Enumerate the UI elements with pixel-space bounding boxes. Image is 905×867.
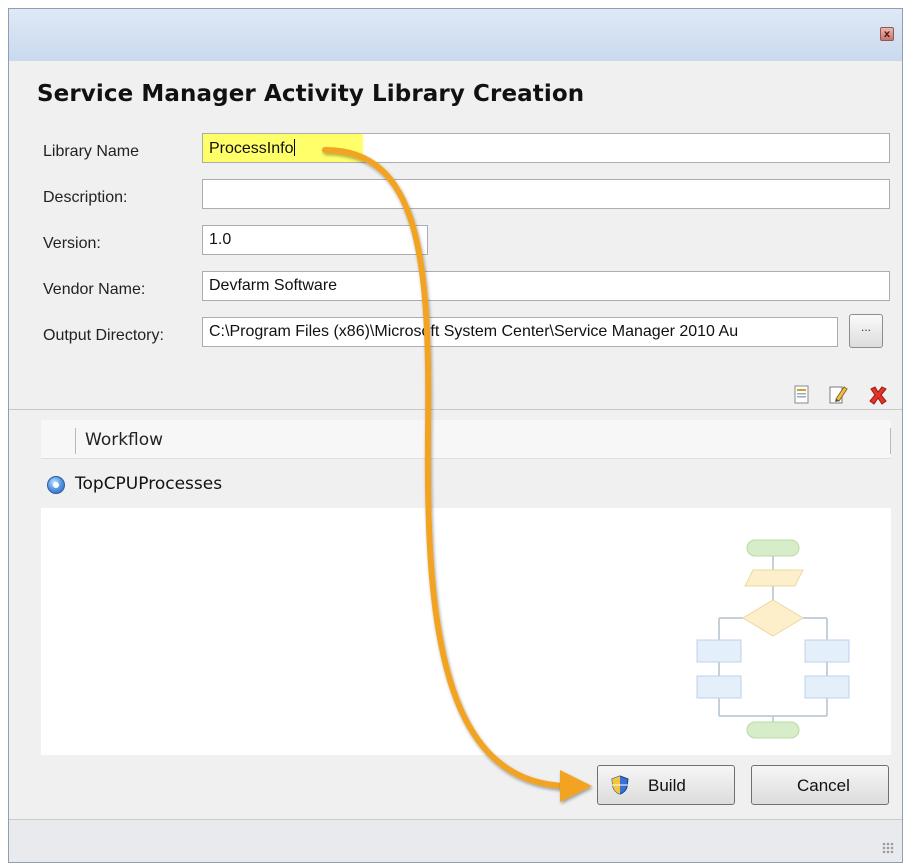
annotation-arrow xyxy=(322,147,592,802)
